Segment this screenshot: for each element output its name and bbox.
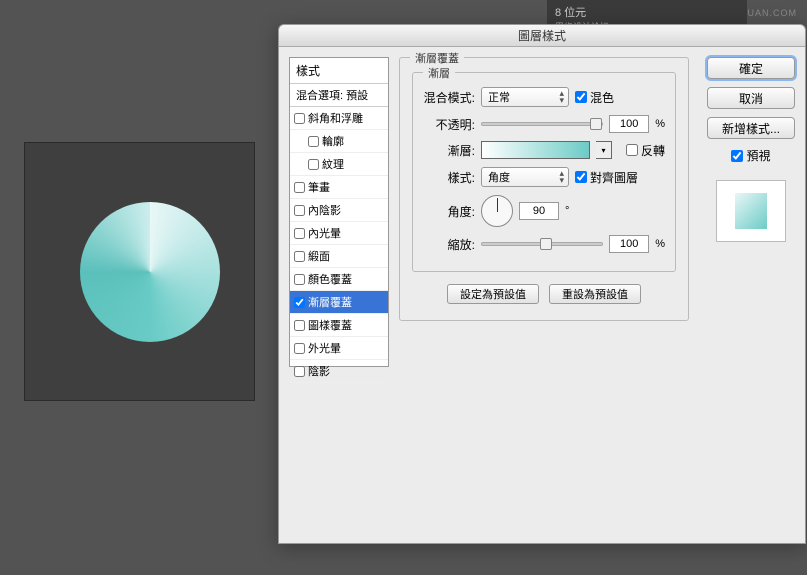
style-item-texture[interactable]: 紋理 <box>290 153 388 176</box>
texture-label: 紋理 <box>322 156 344 172</box>
coloroverlay-label: 顏色覆蓋 <box>308 271 352 287</box>
right-button-panel: 確定 取消 新增樣式... 預視 <box>707 57 795 242</box>
style-item-contour[interactable]: 輪廓 <box>290 130 388 153</box>
style-item-coloroverlay[interactable]: 顏色覆蓋 <box>290 268 388 291</box>
bevel-label: 斜角和浮雕 <box>308 110 363 126</box>
reverse-checkbox[interactable] <box>626 144 638 156</box>
preview-thumbnail-box <box>716 180 786 242</box>
style-item-bevel[interactable]: 斜角和浮雕 <box>290 107 388 130</box>
styles-header[interactable]: 樣式 <box>290 58 388 84</box>
contour-label: 輪廓 <box>322 133 344 149</box>
set-default-button[interactable]: 設定為預設值 <box>447 284 539 304</box>
gradient-inner-label: 漸層 <box>423 65 455 81</box>
style-item-innerglow[interactable]: 內光暈 <box>290 222 388 245</box>
gradient-inner-group: 漸層 混合模式: 正常▴▾ 混色 不透明: % 漸層: ▾ 反轉 <box>412 72 676 272</box>
dropshadow-checkbox[interactable] <box>294 366 305 377</box>
opacity-label: 不透明: <box>423 116 475 133</box>
preview-label: 預視 <box>746 147 770 164</box>
innershadow-checkbox[interactable] <box>294 205 305 216</box>
bevel-checkbox[interactable] <box>294 113 305 124</box>
angle-input[interactable] <box>519 202 559 220</box>
opacity-slider[interactable] <box>481 122 603 126</box>
ok-button[interactable]: 確定 <box>707 57 795 79</box>
satin-label: 緞面 <box>308 248 330 264</box>
style-value: 角度 <box>488 172 510 184</box>
new-style-button[interactable]: 新增樣式... <box>707 117 795 139</box>
layer-style-dialog: 圖層樣式 樣式 混合選項: 預設 斜角和浮雕 輪廓 紋理 筆畫 內陰影 內光暈 … <box>278 24 806 544</box>
angle-label: 角度: <box>423 203 475 220</box>
preview-checkbox[interactable] <box>731 150 743 162</box>
blendmode-select[interactable]: 正常 ▴▾ <box>481 87 569 107</box>
stroke-checkbox[interactable] <box>294 182 305 193</box>
angle-row: 角度: ° <box>423 195 665 227</box>
innerglow-checkbox[interactable] <box>294 228 305 239</box>
dialog-title: 圖層樣式 <box>279 25 805 47</box>
patternoverlay-checkbox[interactable] <box>294 320 305 331</box>
style-select[interactable]: 角度 ▴▾ <box>481 167 569 187</box>
dither-label: 混色 <box>590 89 614 106</box>
cancel-button[interactable]: 取消 <box>707 87 795 109</box>
gradient-dropdown-button[interactable]: ▾ <box>596 141 612 159</box>
chevron-down-icon: ▾ <box>601 146 605 155</box>
texture-checkbox[interactable] <box>308 159 319 170</box>
outerglow-checkbox[interactable] <box>294 343 305 354</box>
gradientoverlay-checkbox[interactable] <box>294 297 305 308</box>
styles-list-panel: 樣式 混合選項: 預設 斜角和浮雕 輪廓 紋理 筆畫 內陰影 內光暈 緞面 顏色… <box>289 57 389 367</box>
align-label: 對齊圖層 <box>590 169 638 186</box>
style-item-innershadow[interactable]: 內陰影 <box>290 199 388 222</box>
blendmode-row: 混合模式: 正常 ▴▾ 混色 <box>423 87 665 107</box>
style-item-patternoverlay[interactable]: 圖樣覆蓋 <box>290 314 388 337</box>
style-item-outerglow[interactable]: 外光暈 <box>290 337 388 360</box>
scale-slider[interactable] <box>481 242 603 246</box>
scale-unit: % <box>655 238 665 250</box>
blendmode-label: 混合模式: <box>423 89 475 106</box>
blendmode-value: 正常 <box>488 92 510 104</box>
scale-row: 縮放: % <box>423 235 665 253</box>
style-item-stroke[interactable]: 筆畫 <box>290 176 388 199</box>
opacity-slider-thumb[interactable] <box>590 118 602 130</box>
dropshadow-label: 陰影 <box>308 363 330 379</box>
coloroverlay-checkbox[interactable] <box>294 274 305 285</box>
scale-slider-thumb[interactable] <box>540 238 552 250</box>
opacity-input[interactable] <box>609 115 649 133</box>
dialog-body: 樣式 混合選項: 預設 斜角和浮雕 輪廓 紋理 筆畫 內陰影 內光暈 緞面 顏色… <box>279 47 805 543</box>
scale-label: 縮放: <box>423 236 475 253</box>
style-label: 樣式: <box>423 169 475 186</box>
chevron-updown-icon: ▴▾ <box>559 170 564 184</box>
reset-default-button[interactable]: 重設為預設值 <box>549 284 641 304</box>
bits-label: 8 位元 <box>555 7 586 19</box>
gradient-overlay-group: 漸層覆蓋 漸層 混合模式: 正常▴▾ 混色 不透明: % 漸層: ▾ <box>399 57 689 321</box>
innershadow-label: 內陰影 <box>308 202 341 218</box>
style-row: 樣式: 角度 ▴▾ 對齊圖層 <box>423 167 665 187</box>
angle-dial[interactable] <box>481 195 513 227</box>
align-checkbox[interactable] <box>575 171 587 183</box>
satin-checkbox[interactable] <box>294 251 305 262</box>
patternoverlay-label: 圖樣覆蓋 <box>308 317 352 333</box>
innerglow-label: 內光暈 <box>308 225 341 241</box>
gradient-preview-swatch[interactable] <box>481 141 590 159</box>
gradientoverlay-label: 漸層覆蓋 <box>308 294 352 310</box>
opacity-row: 不透明: % <box>423 115 665 133</box>
outerglow-label: 外光暈 <box>308 340 341 356</box>
style-item-gradientoverlay[interactable]: 漸層覆蓋 <box>290 291 388 314</box>
gradient-pie-preview <box>80 202 220 342</box>
gradient-row: 漸層: ▾ 反轉 <box>423 141 665 159</box>
chevron-updown-icon: ▴▾ <box>559 90 564 104</box>
default-buttons-row: 設定為預設值 重設為預設值 <box>412 284 676 304</box>
blend-options-item[interactable]: 混合選項: 預設 <box>290 84 388 107</box>
reverse-label: 反轉 <box>641 142 665 159</box>
gradient-label: 漸層: <box>423 142 475 159</box>
angle-unit: ° <box>565 205 569 217</box>
dither-checkbox[interactable] <box>575 91 587 103</box>
stroke-label: 筆畫 <box>308 179 330 195</box>
opacity-unit: % <box>655 118 665 130</box>
style-item-dropshadow[interactable]: 陰影 <box>290 360 388 383</box>
scale-input[interactable] <box>609 235 649 253</box>
style-item-satin[interactable]: 緞面 <box>290 245 388 268</box>
gradient-group-label: 漸層覆蓋 <box>410 50 464 66</box>
contour-checkbox[interactable] <box>308 136 319 147</box>
preview-thumbnail <box>735 193 767 229</box>
